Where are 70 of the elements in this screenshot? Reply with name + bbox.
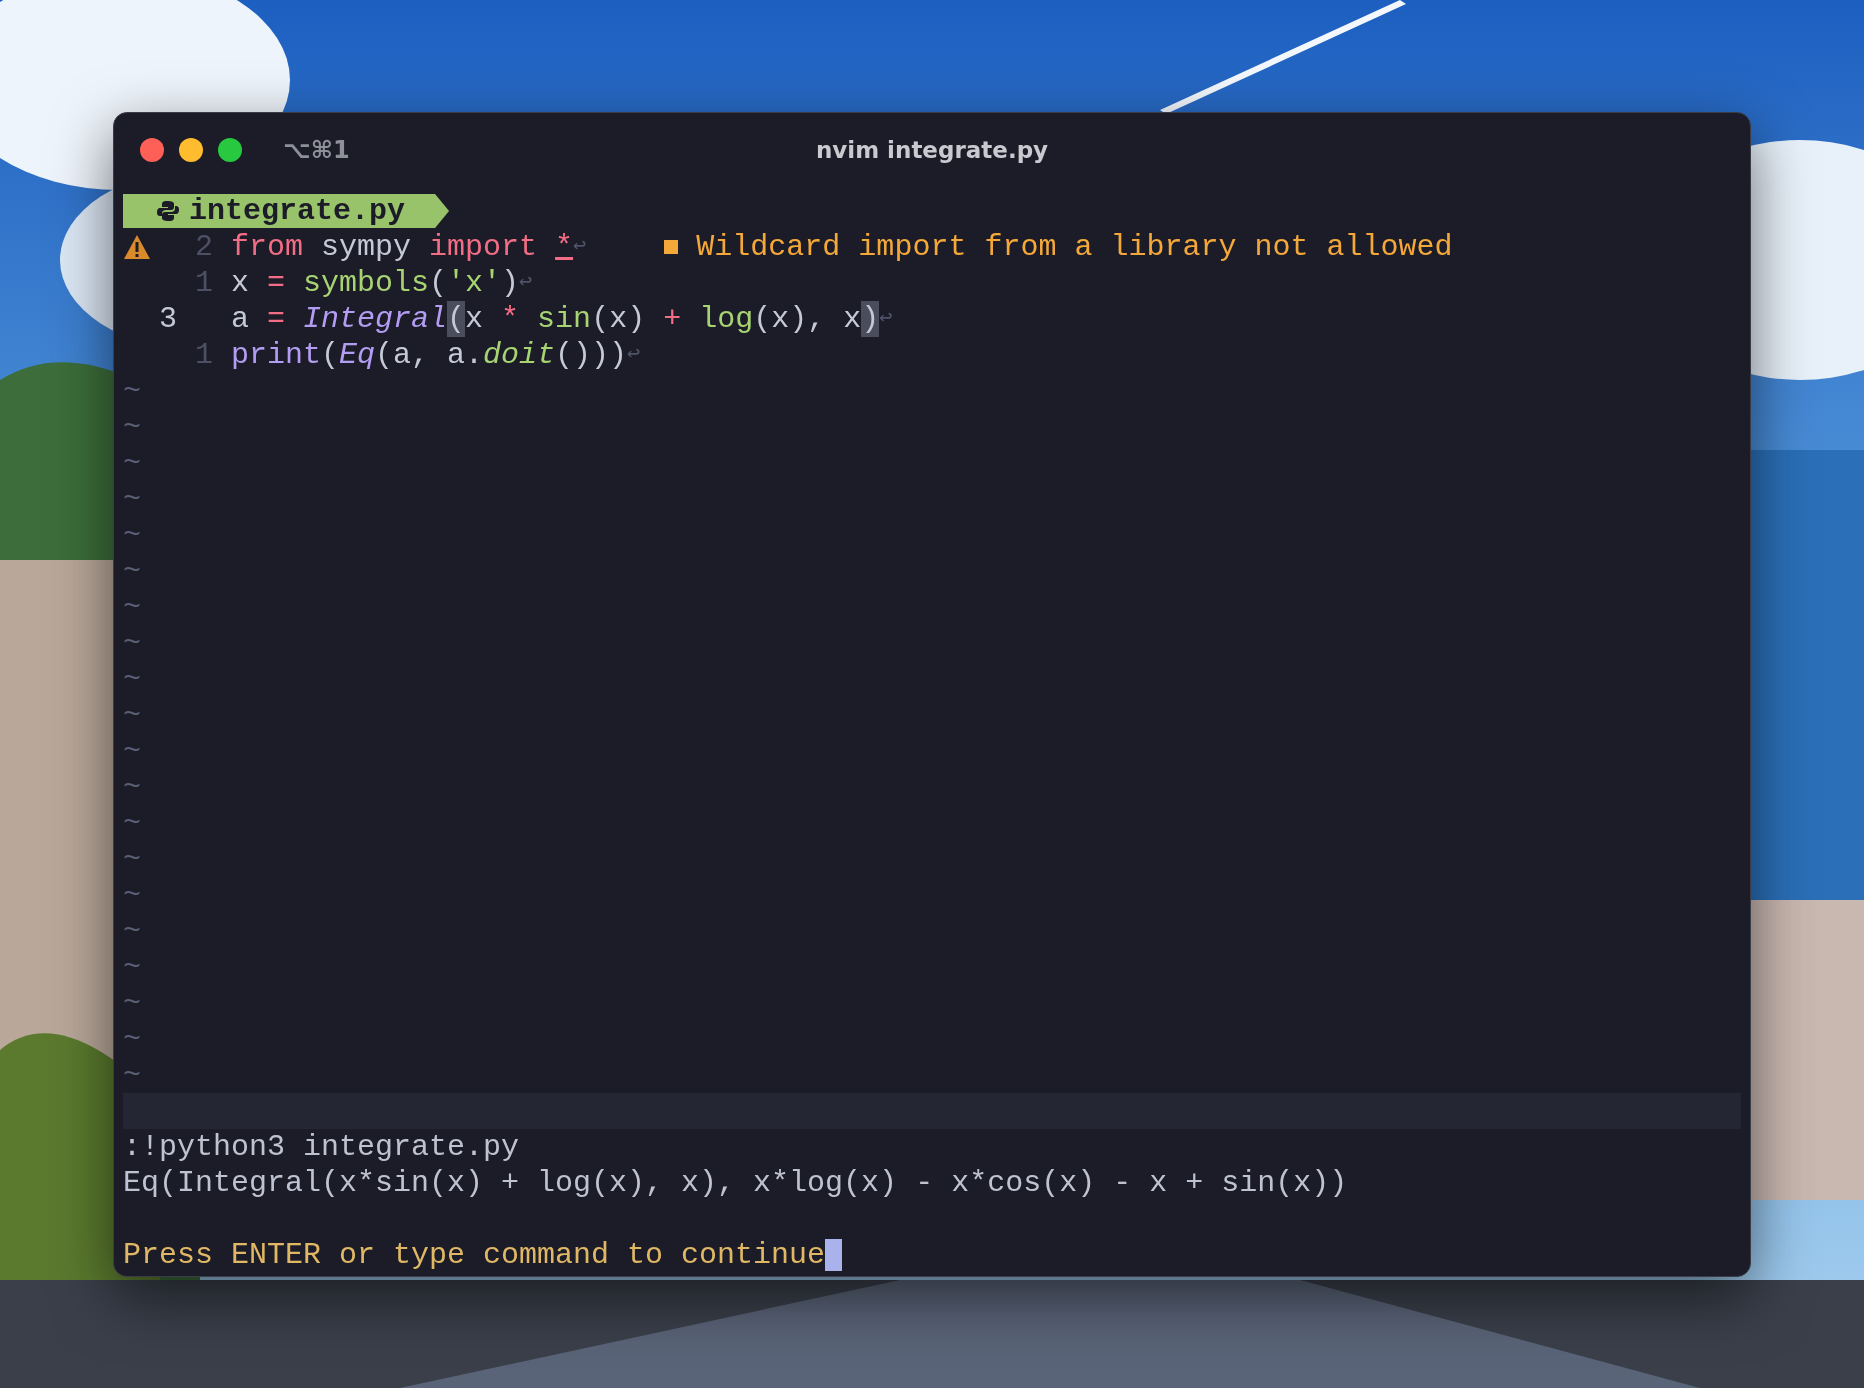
code-token: import xyxy=(429,229,539,265)
code-token: + xyxy=(663,301,682,337)
code-token: x xyxy=(231,265,250,301)
code-token: 'x' xyxy=(447,265,502,301)
line-number: 1 xyxy=(195,337,213,373)
minimize-icon[interactable] xyxy=(179,138,203,162)
empty-line-marker: ~ xyxy=(123,482,141,516)
code-token: (x), x xyxy=(753,301,862,337)
zoom-icon[interactable] xyxy=(218,138,242,162)
code-token: log xyxy=(698,301,754,337)
empty-line-marker: ~ xyxy=(123,446,141,480)
snake-logo-icon xyxy=(157,200,179,222)
line-number: 1 xyxy=(195,265,213,301)
empty-line-marker: ~ xyxy=(123,626,141,660)
code-token: (a, a. xyxy=(375,337,484,373)
window-title: nvim integrate.py xyxy=(815,137,1049,163)
close-icon[interactable] xyxy=(140,138,164,162)
empty-line-marker: ~ xyxy=(123,374,141,408)
code-token: = xyxy=(267,301,286,337)
code-token: ) xyxy=(861,301,880,337)
code-token: * xyxy=(501,301,520,337)
empty-line-marker: ~ xyxy=(123,1022,141,1056)
empty-line-marker: ~ xyxy=(123,806,141,840)
warning-icon xyxy=(123,234,151,260)
code-token: Integral xyxy=(302,301,448,337)
code-token: Eq xyxy=(339,337,376,373)
diagnostic-message: Wildcard import from a library not allowed xyxy=(696,229,1453,265)
code-token: = xyxy=(267,265,286,301)
empty-line-marker: ~ xyxy=(123,410,141,444)
code-token: ) xyxy=(501,265,520,301)
empty-line-marker: ~ xyxy=(123,878,141,912)
code-token: ( xyxy=(447,301,466,337)
command-output: :!python3 integrate.py xyxy=(123,1129,520,1165)
empty-line-marker: ~ xyxy=(123,554,141,588)
empty-line-marker: ~ xyxy=(123,590,141,624)
continue-prompt: Press ENTER or type command to continue xyxy=(123,1237,826,1273)
command-output: Eq(Integral(x*sin(x) + log(x), x), x*log(x) - x*cos(x) - x + sin(x)) xyxy=(123,1165,1348,1201)
code-token: doit xyxy=(483,337,556,373)
empty-line-marker: ~ xyxy=(123,914,141,948)
code-token: symbols xyxy=(302,265,430,301)
empty-line-marker: ~ xyxy=(123,518,141,552)
code-token: * xyxy=(555,229,574,265)
code-token: from xyxy=(231,229,303,265)
empty-line-marker: ~ xyxy=(123,1058,141,1092)
code-token: x xyxy=(465,301,485,337)
line-end-mark: ↩ xyxy=(573,233,587,261)
code-token: a xyxy=(231,301,250,337)
warning-square-icon xyxy=(664,240,679,254)
cursor xyxy=(825,1239,843,1271)
code-token: ( xyxy=(321,337,340,373)
code-token: sympy xyxy=(320,229,413,265)
line-number: 2 xyxy=(195,229,213,265)
line-end-mark: ↩ xyxy=(519,269,533,297)
line-number: 3 xyxy=(159,301,177,337)
empty-line-marker: ~ xyxy=(123,950,141,984)
code-token: (x) xyxy=(591,301,647,337)
shortcut-label: ⌥⌘1 xyxy=(283,136,350,164)
code-token: ())) xyxy=(555,337,628,373)
empty-line-marker: ~ xyxy=(123,842,141,876)
code-token: print xyxy=(231,337,321,373)
code-token: sin xyxy=(536,301,592,337)
empty-line-marker: ~ xyxy=(123,662,141,696)
empty-line-marker: ~ xyxy=(123,986,141,1020)
empty-line-marker: ~ xyxy=(123,770,141,804)
line-end-mark: ↩ xyxy=(879,305,893,333)
empty-line-marker: ~ xyxy=(123,734,141,768)
file-tab[interactable]: integrate.py xyxy=(123,194,450,228)
empty-line-marker: ~ xyxy=(123,698,141,732)
line-end-mark: ↩ xyxy=(627,341,641,369)
code-token: ( xyxy=(429,265,448,301)
